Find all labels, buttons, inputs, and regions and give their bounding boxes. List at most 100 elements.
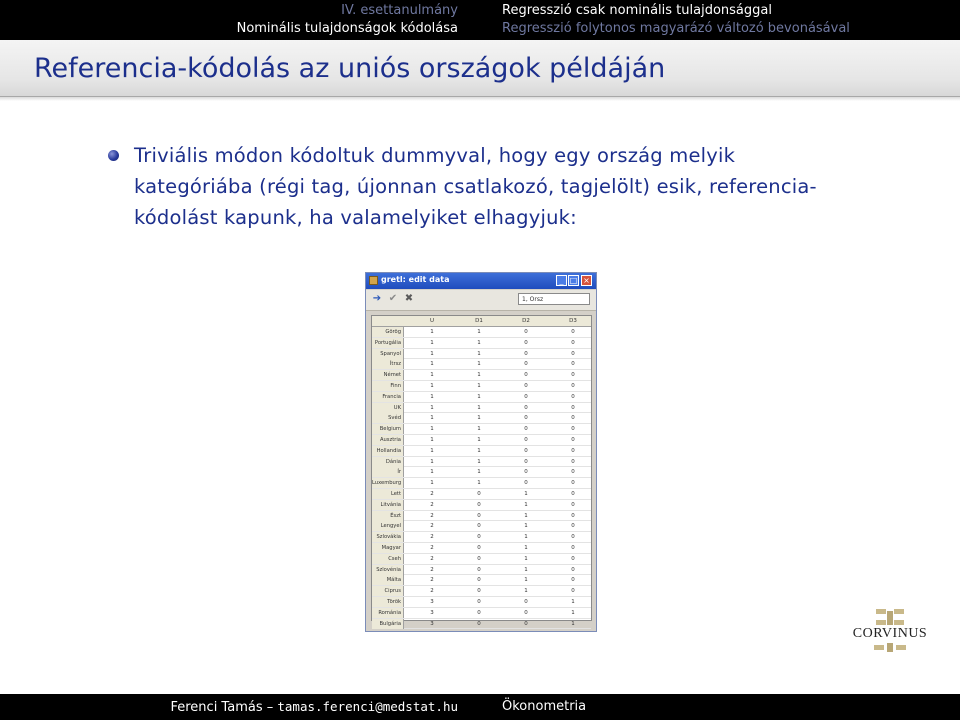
table-cell[interactable]: 0 [563,586,583,596]
table-cell[interactable]: 1 [422,446,442,456]
table-cell[interactable]: 2 [422,500,442,510]
table-cell[interactable]: 0 [469,608,489,618]
table-cell[interactable]: 1 [516,586,536,596]
table-row[interactable]: UK 1 1 0 0 [372,402,591,414]
table-cell[interactable]: 1 [422,403,442,413]
table-cell[interactable]: 1 [516,543,536,553]
table-cell[interactable]: 0 [563,435,583,445]
table-cell[interactable]: 1 [469,392,489,402]
table-cell[interactable]: 0 [563,511,583,521]
table-cell[interactable]: 0 [469,500,489,510]
table-row[interactable]: Spanyol 1 1 0 0 [372,348,591,360]
table-cell[interactable]: 1 [469,359,489,369]
nav-link-nominal-regression[interactable]: Regresszió csak nominális tulajdonsággal [502,2,850,20]
table-cell[interactable]: 0 [563,338,583,348]
table-cell[interactable]: 0 [469,586,489,596]
table-cell[interactable]: 2 [422,543,442,553]
table-row[interactable]: Lengyel 2 0 1 0 [372,521,591,533]
table-cell[interactable]: 0 [563,349,583,359]
table-cell[interactable]: 1 [422,370,442,380]
table-cell[interactable]: 0 [516,327,536,337]
table-cell[interactable]: 0 [563,521,583,531]
table-cell[interactable]: 0 [469,489,489,499]
table-row[interactable]: Dánia 1 1 0 0 [372,456,591,468]
table-cell[interactable]: 2 [422,521,442,531]
table-cell[interactable]: 1 [469,413,489,423]
table-cell[interactable]: 1 [516,511,536,521]
maximize-icon[interactable]: □ [568,275,579,286]
table-cell[interactable]: 0 [516,435,536,445]
table-cell[interactable]: 0 [563,554,583,564]
column-header[interactable]: D2 [511,316,541,326]
table-cell[interactable]: 2 [422,575,442,585]
table-cell[interactable]: 0 [516,446,536,456]
table-cell[interactable]: 1 [422,392,442,402]
table-cell[interactable]: 3 [422,608,442,618]
table-row[interactable]: Görög 1 1 0 0 [372,327,591,338]
table-row[interactable]: Cseh 2 0 1 0 [372,553,591,565]
table-cell[interactable]: 0 [563,381,583,391]
table-row[interactable]: Finn 1 1 0 0 [372,380,591,392]
table-cell[interactable]: 1 [516,575,536,585]
table-cell[interactable]: 0 [516,424,536,434]
table-cell[interactable]: 0 [469,554,489,564]
table-row[interactable]: Lett 2 0 1 0 [372,488,591,500]
table-cell[interactable]: 0 [563,565,583,575]
table-cell[interactable]: 1 [422,349,442,359]
table-cell[interactable]: 0 [563,424,583,434]
table-cell[interactable]: 0 [516,392,536,402]
table-cell[interactable]: 1 [469,349,489,359]
table-row[interactable]: Német 1 1 0 0 [372,370,591,381]
close-icon[interactable]: × [581,275,592,286]
table-cell[interactable]: 1 [469,424,489,434]
table-cell[interactable]: 0 [516,370,536,380]
table-row[interactable]: Belgium 1 1 0 0 [372,424,591,435]
table-cell[interactable]: 1 [422,413,442,423]
table-cell[interactable]: 0 [563,457,583,467]
table-row[interactable]: Észt 2 0 1 0 [372,510,591,522]
table-row[interactable]: Bulgária 3 0 0 1 [372,618,591,630]
table-cell[interactable]: 3 [422,597,442,607]
table-cell[interactable]: 2 [422,489,442,499]
table-cell[interactable]: 0 [516,381,536,391]
table-cell[interactable]: 0 [516,359,536,369]
table-cell[interactable]: 1 [469,435,489,445]
table-cell[interactable]: 0 [563,327,583,337]
table-row[interactable]: Portugália 1 1 0 0 [372,337,591,349]
table-row[interactable]: Magyar 2 0 1 0 [372,542,591,554]
table-cell[interactable]: 1 [516,489,536,499]
table-row[interactable]: Ír 1 1 0 0 [372,467,591,479]
table-cell[interactable]: 0 [563,575,583,585]
table-cell[interactable]: 1 [422,338,442,348]
table-cell[interactable]: 1 [516,521,536,531]
table-row[interactable]: Szlovákia 2 0 1 0 [372,532,591,543]
table-cell[interactable]: 2 [422,511,442,521]
table-cell[interactable]: 0 [563,446,583,456]
table-cell[interactable]: 0 [563,370,583,380]
table-cell[interactable]: 1 [469,457,489,467]
table-row[interactable]: Málta 2 0 1 0 [372,575,591,587]
table-cell[interactable]: 0 [563,467,583,477]
table-row[interactable]: Ciprus 2 0 1 0 [372,586,591,597]
table-cell[interactable]: 1 [422,435,442,445]
table-cell[interactable]: 0 [516,338,536,348]
table-row[interactable]: Svéd 1 1 0 0 [372,413,591,425]
table-cell[interactable]: 1 [469,381,489,391]
table-row[interactable]: Török 3 0 0 1 [372,596,591,608]
table-row[interactable]: Luxemburg 1 1 0 0 [372,478,591,489]
table-cell[interactable]: 1 [422,478,442,488]
check-icon[interactable]: ✔ [387,293,399,305]
table-cell[interactable]: 3 [422,619,442,629]
table-cell[interactable]: 0 [516,349,536,359]
table-cell[interactable]: 1 [422,457,442,467]
table-cell[interactable]: 2 [422,554,442,564]
table-cell[interactable]: 1 [469,338,489,348]
table-cell[interactable]: 0 [563,478,583,488]
table-cell[interactable]: 0 [469,521,489,531]
table-row[interactable]: Litvánia 2 0 1 0 [372,499,591,511]
column-header[interactable]: D3 [558,316,588,326]
table-cell[interactable]: 1 [422,359,442,369]
table-cell[interactable]: 1 [469,446,489,456]
enter-arrow-icon[interactable]: ➔ [371,293,383,305]
table-cell[interactable]: 1 [422,381,442,391]
